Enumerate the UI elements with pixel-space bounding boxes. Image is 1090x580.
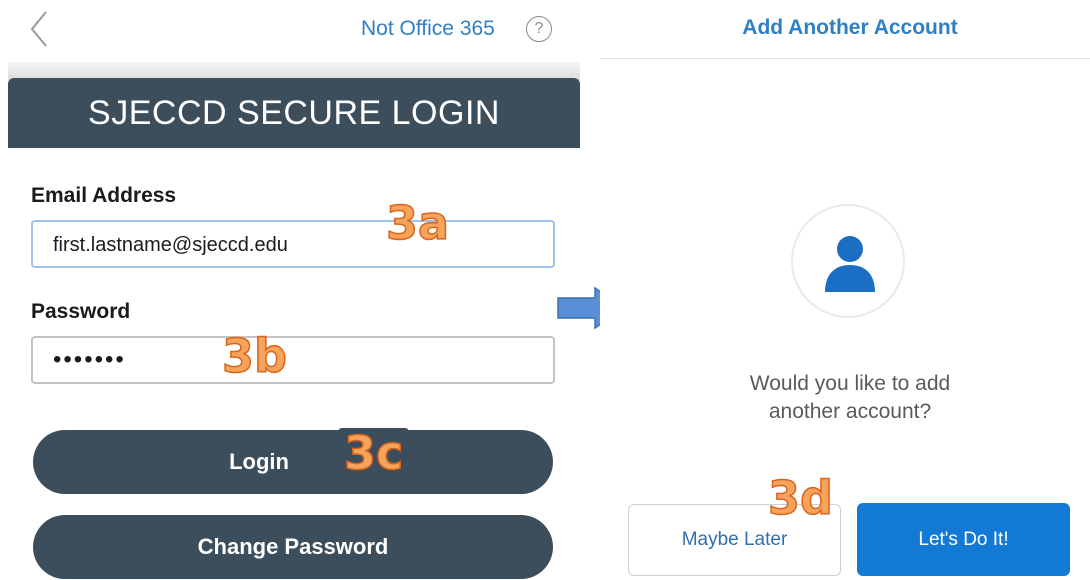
email-label: Email Address [31, 184, 177, 207]
header-divider [600, 58, 1090, 59]
add-account-panel: Add Another Account Would you like to ad… [600, 0, 1090, 580]
add-account-title: Add Another Account [742, 16, 958, 39]
lets-do-it-button[interactable]: Let's Do It! [857, 503, 1070, 576]
avatar [791, 204, 905, 318]
question-line-1: Would you like to add [749, 372, 951, 395]
step-label-3b: 3b [221, 329, 287, 383]
add-account-question: Would you like to add another account? [600, 370, 1090, 426]
password-label: Password [31, 300, 131, 323]
step-label-3c: 3c [338, 428, 410, 478]
email-field[interactable]: first.lastname@sjeccd.edu [31, 220, 555, 268]
person-icon [825, 236, 875, 292]
not-office-365-link[interactable]: Not Office 365 [361, 17, 495, 41]
password-value: ••••••• [53, 346, 126, 373]
change-password-button[interactable]: Change Password [33, 515, 553, 579]
login-button[interactable]: Login [33, 430, 553, 494]
chevron-left-icon[interactable] [26, 8, 56, 50]
step-label-3a: 3a [385, 196, 450, 250]
question-line-2: another account? [768, 400, 932, 423]
email-value: first.lastname@sjeccd.edu [53, 234, 288, 256]
login-panel: Not Office 365 ? SJECCD SECURE LOGIN Ema… [0, 0, 590, 580]
step-label-3d: 3d [767, 471, 833, 525]
login-button-label: Login [229, 449, 289, 474]
password-field[interactable]: ••••••• [31, 336, 555, 384]
top-bar: Not Office 365 ? [0, 0, 590, 62]
page-title: SJECCD SECURE LOGIN [8, 78, 580, 148]
help-icon[interactable]: ? [526, 16, 552, 42]
